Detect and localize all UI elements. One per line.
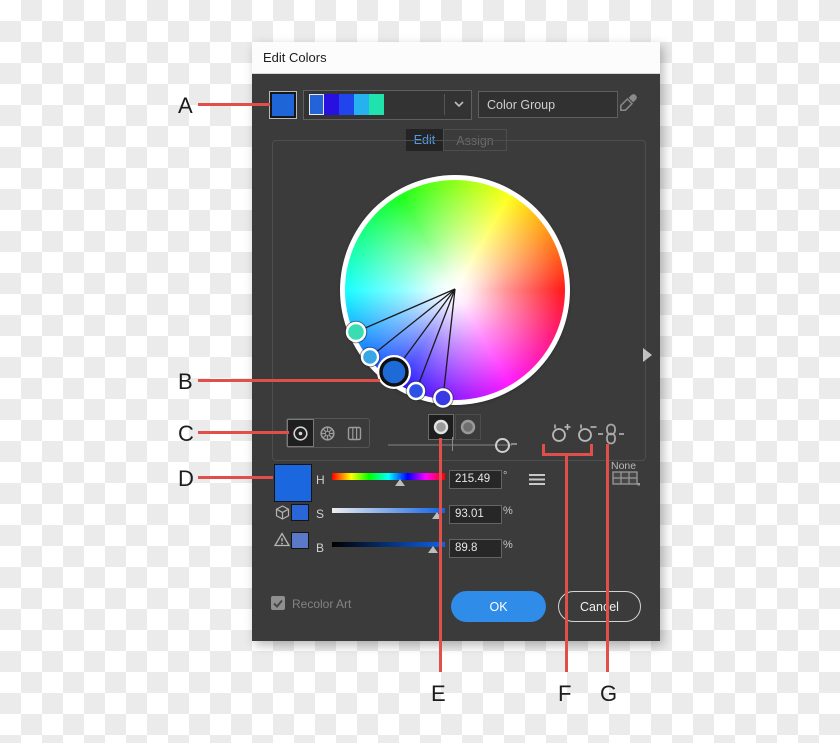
annotation-line-f (565, 456, 568, 672)
annotation-line-b (198, 379, 380, 382)
smooth-wheel-button[interactable] (287, 419, 314, 447)
annotation-letter-c: C (178, 421, 194, 446)
segmented-wheel-button[interactable] (314, 419, 341, 447)
saturation-slider[interactable] (332, 508, 445, 519)
add-color-icon (552, 424, 571, 442)
wheel-brightness-track[interactable] (388, 444, 512, 446)
color-group-dropdown[interactable] (303, 90, 472, 120)
hue-slider-handle[interactable] (394, 479, 405, 486)
annotation-letter-e: E (431, 681, 446, 706)
color-group-name-input[interactable] (478, 91, 618, 118)
base-color-toggle[interactable] (428, 414, 454, 440)
current-color-toggle[interactable] (455, 414, 481, 440)
color-bars-button[interactable] (341, 419, 368, 447)
color-chip[interactable] (354, 94, 369, 115)
hue-label: H (316, 473, 325, 487)
check-icon (273, 599, 283, 608)
annotation-line-a (198, 103, 270, 106)
hamburger-menu-icon[interactable] (529, 474, 545, 485)
brightness-slider[interactable] (332, 542, 445, 553)
wheel-brightness-end-dash (511, 443, 517, 445)
dialog-title: Edit Colors (263, 50, 327, 65)
ok-button[interactable]: OK (451, 591, 546, 622)
link-chain-icon (598, 423, 624, 445)
cancel-button[interactable]: Cancel (558, 591, 641, 622)
brightness-value-field[interactable]: 89.8 (449, 539, 502, 558)
color-chip[interactable] (324, 94, 339, 115)
color-chip[interactable] (339, 94, 354, 115)
display-mode-group (286, 418, 370, 448)
segmented-wheel-icon (320, 425, 335, 441)
annotation-letter-d: D (178, 466, 194, 491)
hue-slider[interactable] (332, 473, 445, 486)
swatch-grid-icon (612, 471, 640, 486)
saturation-label: S (316, 507, 325, 521)
annotation-letter-a: A (178, 93, 193, 118)
annotation-letter-g: G (600, 681, 618, 706)
add-color-tool[interactable] (549, 422, 573, 444)
hue-value-field[interactable]: 215.49 (449, 470, 502, 489)
annotation-line-d (198, 476, 273, 479)
dialog-titlebar[interactable]: Edit Colors (252, 42, 660, 74)
annotation-letter-b: B (178, 369, 193, 394)
wheel-brightness-center-tick (452, 437, 453, 451)
screenshot-stage: Edit Colors Edit Assign (0, 0, 840, 743)
recolor-art-label: Recolor Art (292, 597, 352, 611)
brightness-label: B (316, 541, 325, 555)
hue-unit: ° (503, 470, 508, 482)
annotation-line-g (606, 444, 609, 672)
color-bars-icon (347, 426, 362, 440)
limit-library-button[interactable] (612, 471, 640, 486)
brightness-slider-handle[interactable] (428, 546, 439, 553)
active-color-swatch[interactable] (269, 91, 297, 119)
cube-gamut-icon[interactable] (275, 505, 290, 520)
color-chip[interactable] (309, 94, 324, 115)
dropdown-divider (444, 94, 445, 115)
brightness-unit: % (503, 539, 513, 551)
selected-color-swatch[interactable] (274, 464, 312, 502)
annotation-line-e (439, 438, 442, 672)
in-gamut-swatch[interactable] (291, 532, 309, 549)
recolor-art-checkbox[interactable] (271, 596, 285, 610)
eyedropper-icon[interactable] (618, 93, 638, 113)
saturation-value-field[interactable]: 93.01 (449, 505, 502, 524)
color-chip[interactable] (369, 94, 384, 115)
color-chip-row (309, 94, 384, 115)
smooth-wheel-icon (293, 425, 308, 441)
base-color-dot-icon (433, 419, 449, 435)
gamut-warning-icon[interactable] (274, 532, 290, 547)
current-color-dot-icon (460, 419, 476, 435)
wheel-brightness-handle[interactable] (495, 438, 510, 453)
edit-colors-dialog: Edit Colors Edit Assign (252, 42, 660, 641)
color-wheel[interactable] (345, 180, 565, 400)
annotation-line-c (198, 431, 289, 434)
link-harmony-colors-button[interactable] (596, 423, 626, 445)
chevron-down-icon (454, 101, 464, 108)
web-safe-swatch[interactable] (291, 504, 309, 521)
annotation-letter-f: F (558, 681, 572, 706)
saturation-unit: % (503, 505, 513, 517)
expand-arrow-icon[interactable] (643, 348, 652, 362)
